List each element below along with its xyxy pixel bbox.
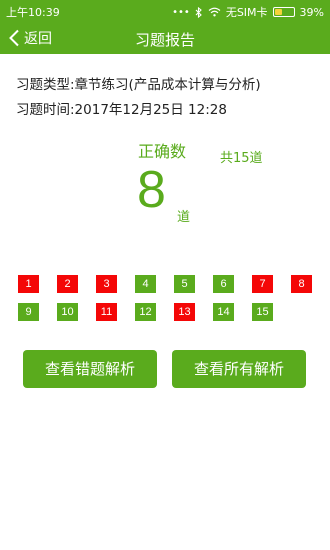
status-time: 上午10:39	[6, 6, 60, 19]
correct-count-value: 8	[137, 161, 166, 219]
question-box[interactable]: 11	[96, 303, 117, 321]
battery-fill	[274, 9, 283, 15]
question-box[interactable]: 2	[57, 275, 78, 293]
question-box[interactable]: 8	[291, 275, 312, 293]
view-wrong-answers-button[interactable]: 查看错题解析	[23, 350, 157, 388]
nav-bar: 返回 习题报告	[0, 22, 330, 54]
correct-count-unit: 道	[177, 210, 191, 225]
question-box[interactable]: 9	[18, 303, 39, 321]
question-box[interactable]: 10	[57, 303, 78, 321]
status-right-group: ••• 无SIM卡 39%	[172, 4, 324, 20]
exercise-time: 习题时间:2017年12月25日 12:28	[16, 102, 227, 118]
exercise-type: 习题类型:章节练习(产品成本计算与分析)	[16, 77, 261, 93]
question-box[interactable]: 13	[174, 303, 195, 321]
question-box[interactable]: 14	[213, 303, 234, 321]
question-box[interactable]: 1	[18, 275, 39, 293]
dots-icon: •••	[172, 6, 190, 18]
page-title: 习题报告	[134, 31, 195, 49]
carrier-label: 无SIM卡	[225, 6, 268, 19]
question-box[interactable]: 5	[174, 275, 195, 293]
bluetooth-icon	[195, 6, 202, 18]
total-count-label: 共15道	[220, 151, 263, 166]
wifi-icon	[208, 7, 221, 17]
battery-percent: 39%	[299, 5, 324, 19]
question-box[interactable]: 6	[213, 275, 234, 293]
correct-count-label: 正确数	[138, 142, 187, 161]
question-box[interactable]: 3	[96, 275, 117, 293]
view-all-answers-button[interactable]: 查看所有解析	[172, 350, 306, 388]
question-box[interactable]: 4	[135, 275, 156, 293]
question-box[interactable]: 12	[135, 303, 156, 321]
battery-icon	[272, 7, 295, 17]
question-box[interactable]: 7	[252, 275, 273, 293]
question-box[interactable]: 15	[252, 303, 273, 321]
status-bar: 上午10:39 ••• 无SIM卡 39%	[0, 0, 330, 22]
